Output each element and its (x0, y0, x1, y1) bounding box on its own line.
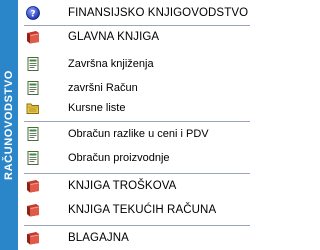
book-icon (26, 203, 40, 217)
svg-text:?: ? (30, 10, 35, 20)
book-icon (26, 179, 40, 193)
accounting-menu: ? FINANSIJSKO KNJIGOVODSTVO GLAVNA KNJIG… (18, 0, 250, 250)
menu-item-knjiga-troskova[interactable]: KNJIGA TROŠKOVA (18, 176, 250, 196)
menu-item-glavna-knjiga[interactable]: GLAVNA KNJIGA (18, 27, 250, 47)
menu-item-label: BLAGAJNA (68, 232, 129, 244)
menu-item-label: Završna knjiženja (68, 58, 154, 70)
document-icon (26, 151, 40, 165)
folder-icon (26, 101, 40, 115)
menu-item-label: KNJIGA TEKUĆIH RAČUNA (68, 204, 217, 216)
menu-item-obracun-razlike[interactable]: Obračun razlike u ceni i PDV (18, 124, 250, 144)
menu-item-label: KNJIGA TROŠKOVA (68, 180, 177, 192)
menu-item-zavrsna-knjizenja[interactable]: Završna knjiženja (18, 54, 250, 74)
menu-item-obracun-proizvodnje[interactable]: Obračun proizvodnje (18, 148, 250, 168)
menu-item-label: Kursne liste (68, 102, 126, 114)
accounting-menu-panel: RAČUNOVODSTVO ? FINANSIJSKO KNJIGOVODSTV… (0, 0, 250, 250)
document-icon (26, 81, 40, 95)
menu-item-label: završni Račun (68, 82, 138, 94)
menu-item-label: Obračun razlike u ceni i PDV (68, 128, 209, 140)
accounting-sidebar: RAČUNOVODSTVO (0, 0, 18, 250)
menu-item-blagajna[interactable]: BLAGAJNA (18, 228, 250, 248)
menu-separator (24, 173, 250, 174)
menu-item-knjiga-tekucih-racuna[interactable]: KNJIGA TEKUĆIH RAČUNA (18, 200, 250, 220)
book-icon (26, 231, 40, 245)
document-icon (26, 57, 40, 71)
menu-item-kursne-liste[interactable]: Kursne liste (18, 98, 250, 118)
document-icon (26, 127, 40, 141)
sidebar-title: RAČUNOVODSTVO (3, 70, 15, 180)
menu-separator (24, 25, 250, 26)
menu-item-label: GLAVNA KNJIGA (68, 31, 160, 43)
menu-separator (24, 225, 250, 226)
book-icon (26, 30, 40, 44)
help-icon: ? (26, 6, 40, 20)
menu-separator (24, 121, 250, 122)
menu-item-zavrsni-racun[interactable]: završni Račun (18, 78, 250, 98)
menu-item-label: FINANSIJSKO KNJIGOVODSTVO (68, 7, 249, 19)
menu-item-label: Obračun proizvodnje (68, 152, 170, 164)
menu-item-finansijsko-knjigovodstvo[interactable]: ? FINANSIJSKO KNJIGOVODSTVO (18, 3, 250, 23)
